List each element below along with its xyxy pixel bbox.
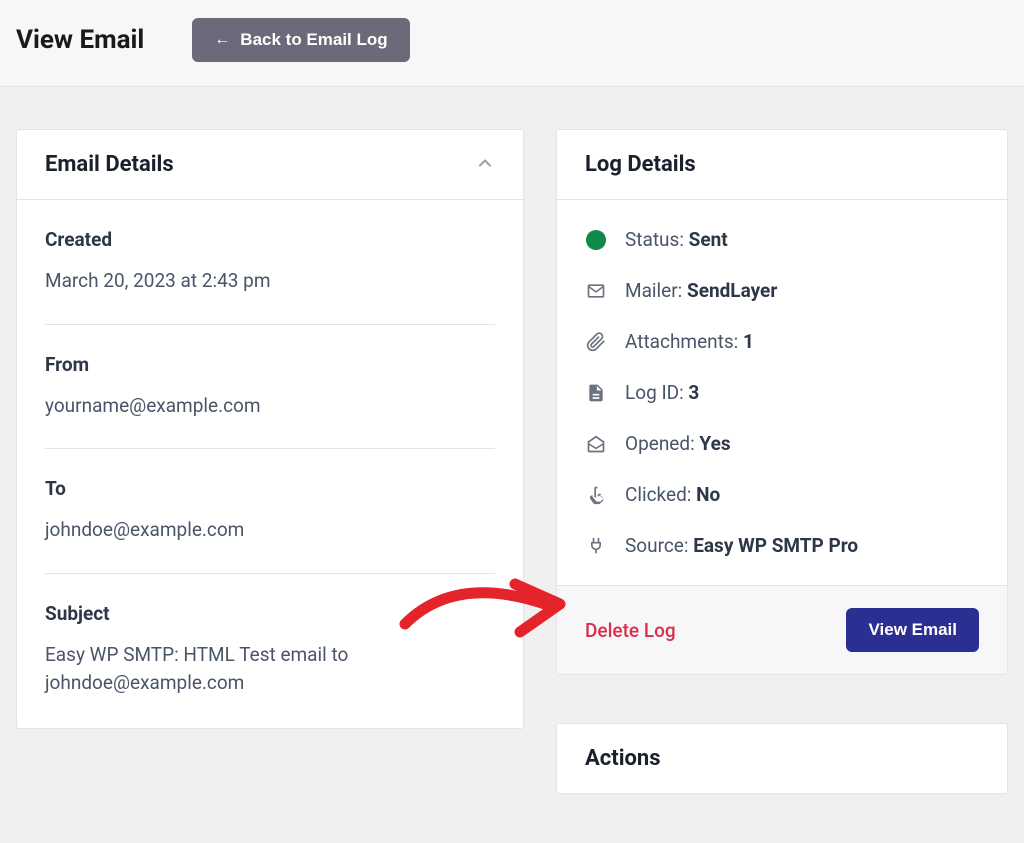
delete-log-link[interactable]: Delete Log [585,619,676,642]
log-details-card: Log Details Status: Sent [556,129,1008,675]
chevron-up-icon[interactable] [475,153,495,177]
log-id-item: Log ID: 3 [585,381,979,404]
log-id-value: 3 [688,381,699,404]
status-value: Sent [689,228,728,251]
status-dot-icon [586,230,606,250]
clicked-value: No [696,483,720,506]
source-value: Easy WP SMTP Pro [693,534,858,557]
log-details-header: Log Details [557,130,1007,200]
envelope-icon [586,281,606,301]
page-header: View Email ← Back to Email Log [0,0,1024,87]
created-label: Created [45,228,495,251]
log-details-body: Status: Sent Mailer: SendLayer [557,200,1007,585]
clicked-label: Clicked: [625,483,691,506]
created-block: Created March 20, 2023 at 2:43 pm [45,228,495,325]
log-attachments-item: Attachments: 1 [585,330,979,353]
attachments-value: 1 [743,330,754,353]
source-label: Source: [625,534,688,557]
to-label: To [45,477,495,500]
email-details-body: Created March 20, 2023 at 2:43 pm From y… [17,200,523,728]
actions-title: Actions [557,724,1007,793]
page-title: View Email [16,25,144,55]
back-button-label: Back to Email Log [240,30,387,50]
subject-block: Subject Easy WP SMTP: HTML Test email to… [45,602,495,698]
email-details-title: Email Details [45,152,174,177]
file-icon [586,383,606,403]
to-value: johndoe@example.com [45,516,495,545]
created-value: March 20, 2023 at 2:43 pm [45,267,495,296]
paperclip-icon [586,332,606,352]
log-opened-item: Opened: Yes [585,432,979,455]
log-status-item: Status: Sent [585,228,979,251]
view-email-button[interactable]: View Email [846,608,979,652]
email-details-card: Email Details Created March 20, 2023 at … [16,129,524,729]
status-label: Status: [625,228,684,251]
hand-pointer-icon [586,485,606,505]
subject-value: Easy WP SMTP: HTML Test email to johndoe… [45,641,495,698]
open-envelope-icon [586,434,606,454]
right-column: Log Details Status: Sent [556,129,1008,794]
log-details-footer: Delete Log View Email [557,585,1007,674]
from-label: From [45,353,495,376]
mailer-label: Mailer: [625,279,682,302]
back-to-email-log-button[interactable]: ← Back to Email Log [192,18,409,62]
log-source-item: Source: Easy WP SMTP Pro [585,534,979,557]
email-details-header: Email Details [17,130,523,200]
log-mailer-item: Mailer: SendLayer [585,279,979,302]
arrow-left-icon: ← [214,31,230,49]
actions-card: Actions [556,723,1008,794]
mailer-value: SendLayer [687,279,777,302]
log-id-label: Log ID: [625,381,684,404]
plug-icon [586,536,606,556]
opened-value: Yes [699,432,730,455]
log-clicked-item: Clicked: No [585,483,979,506]
from-value: yourname@example.com [45,392,495,421]
attachments-label: Attachments: [625,330,738,353]
left-column: Email Details Created March 20, 2023 at … [16,129,524,729]
subject-label: Subject [45,602,495,625]
main-content: Email Details Created March 20, 2023 at … [0,87,1024,794]
to-block: To johndoe@example.com [45,477,495,574]
log-details-title: Log Details [585,152,696,177]
opened-label: Opened: [625,432,695,455]
from-block: From yourname@example.com [45,353,495,450]
